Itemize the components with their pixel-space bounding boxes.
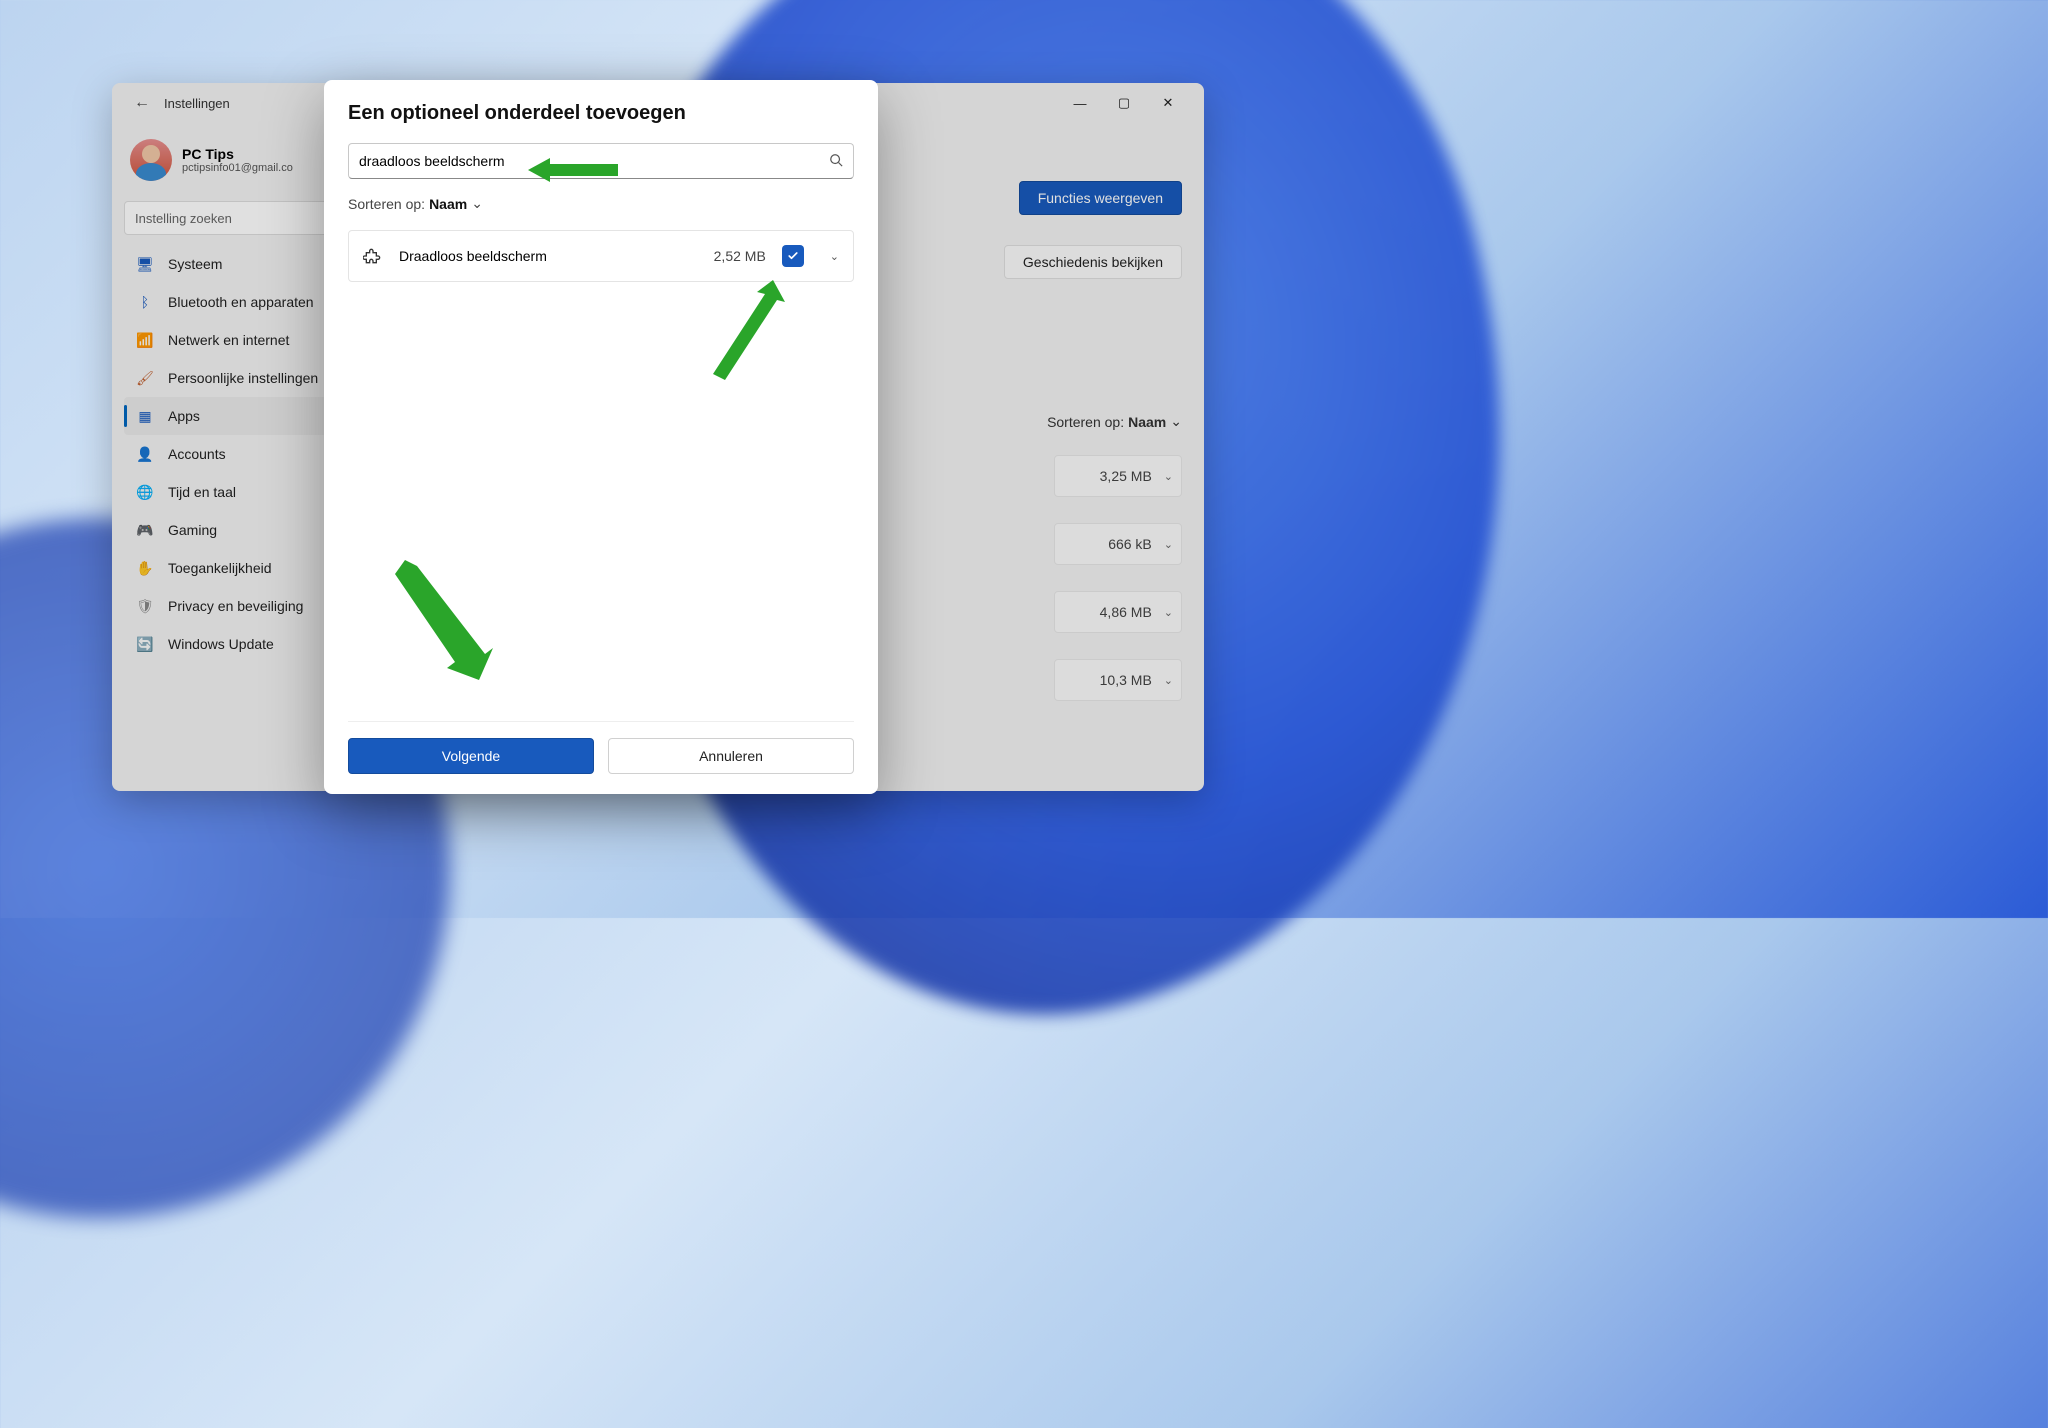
- chevron-down-icon[interactable]: ⌄: [830, 250, 839, 263]
- feature-size: 2,52 MB: [714, 248, 766, 264]
- sort-value: Naam: [429, 196, 467, 212]
- sort-dropdown[interactable]: Sorteren op: Naam ⌄: [348, 195, 854, 212]
- feature-name: Draadloos beeldscherm: [399, 248, 698, 264]
- annotation-arrow: [528, 150, 618, 190]
- next-button[interactable]: Volgende: [348, 738, 594, 774]
- feature-result-row[interactable]: Draadloos beeldscherm 2,52 MB ⌄: [348, 230, 854, 282]
- feature-checkbox[interactable]: [782, 245, 804, 267]
- cancel-button[interactable]: Annuleren: [608, 738, 854, 774]
- annotation-arrow: [705, 280, 785, 390]
- search-icon: [829, 153, 843, 170]
- puzzle-icon: [363, 246, 383, 266]
- chevron-down-icon: ⌄: [471, 195, 483, 212]
- dialog-title: Een optioneel onderdeel toevoegen: [348, 102, 854, 125]
- sort-prefix: Sorteren op:: [348, 196, 425, 212]
- dialog-footer: Volgende Annuleren: [348, 721, 854, 774]
- annotation-arrow: [395, 560, 495, 680]
